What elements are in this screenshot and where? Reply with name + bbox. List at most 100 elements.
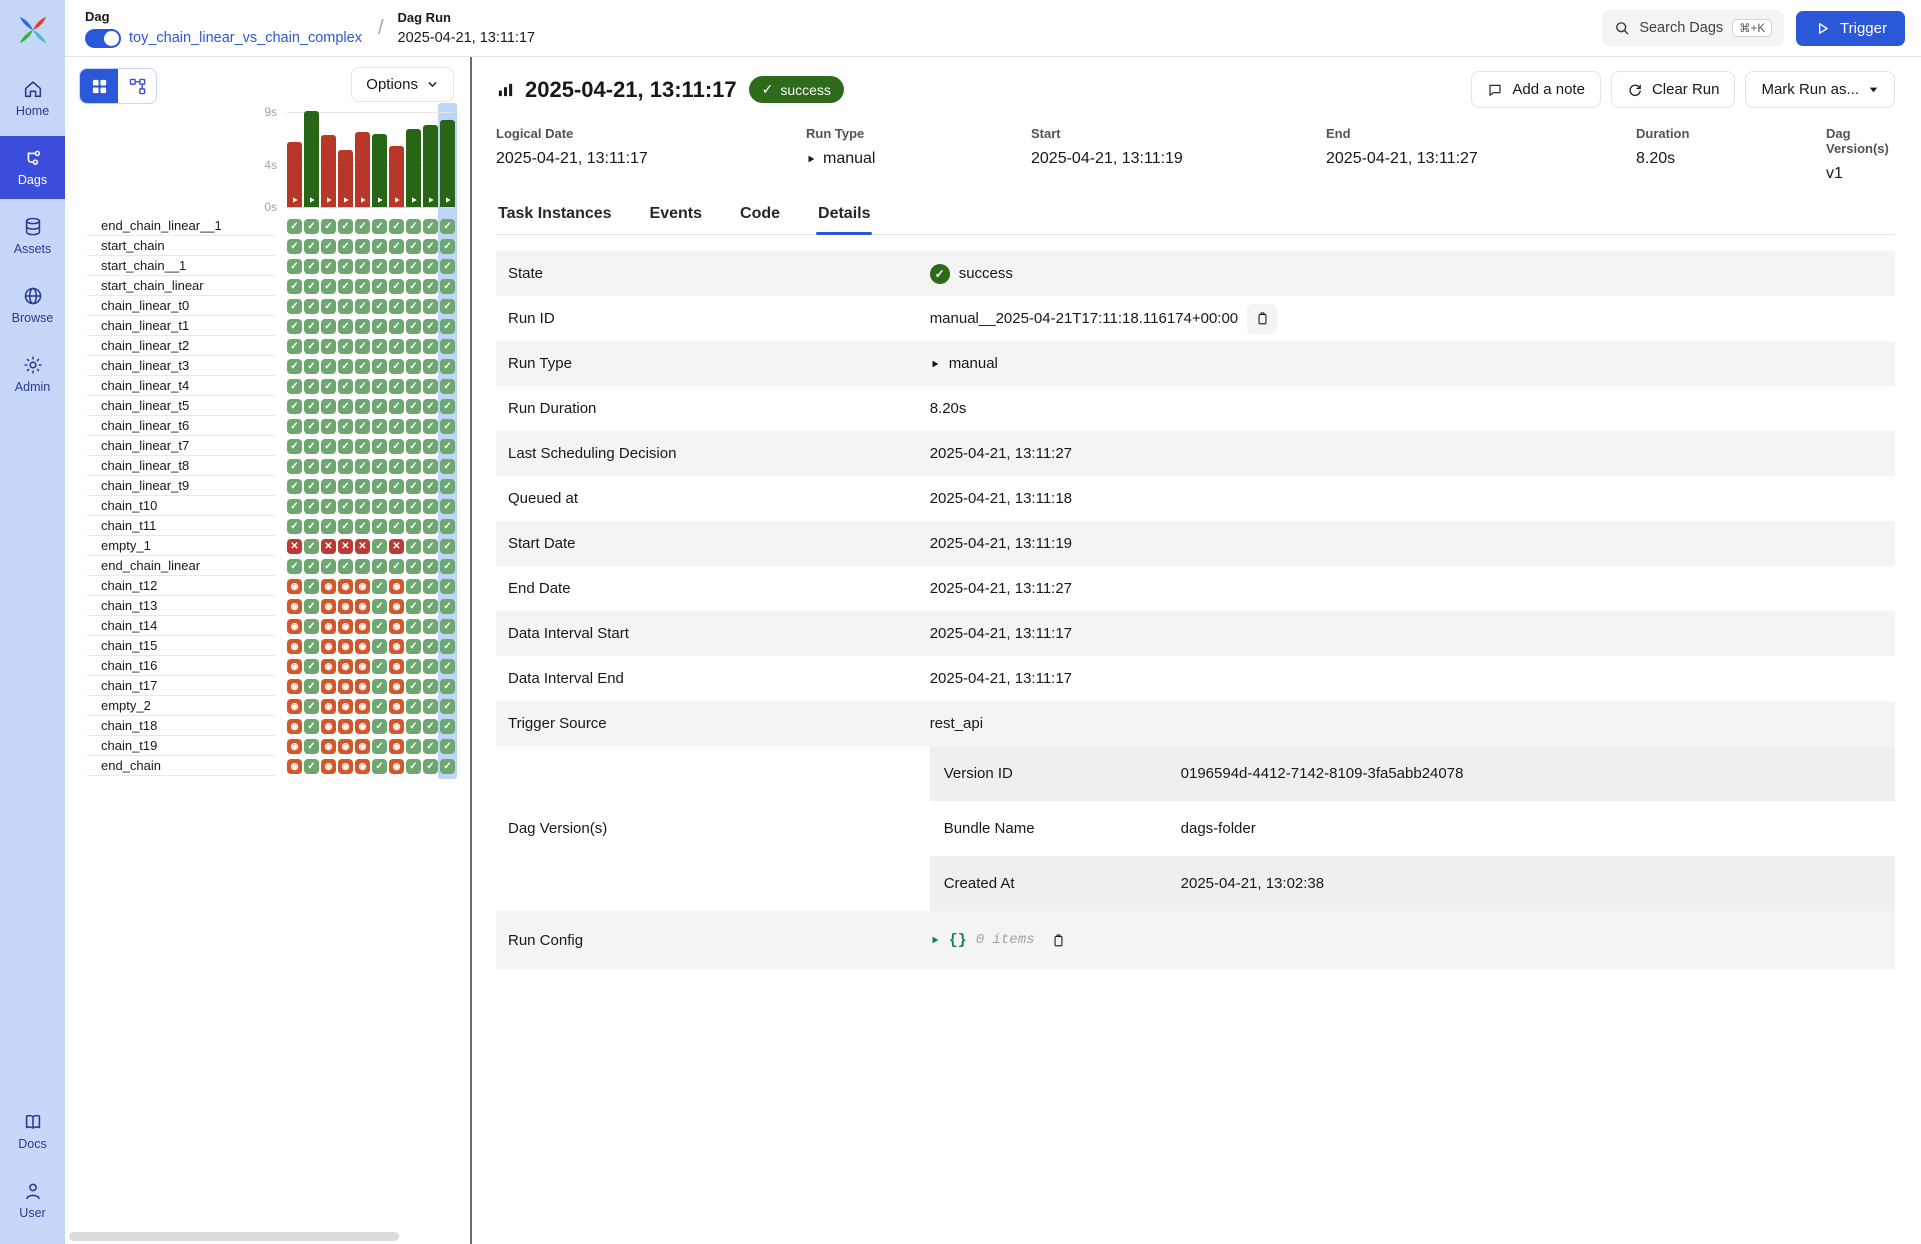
task-instance-success[interactable]: ✓	[338, 359, 353, 374]
task-instance-success[interactable]: ✓	[372, 399, 387, 414]
task-instance-success[interactable]: ✓	[372, 699, 387, 714]
task-instance-success[interactable]: ✓	[406, 599, 421, 614]
task-instance-success[interactable]: ✓	[304, 679, 319, 694]
task-instance-success[interactable]: ✓	[389, 359, 404, 374]
task-instance-success[interactable]: ✓	[406, 399, 421, 414]
task-name[interactable]: start_chain__1	[87, 257, 275, 276]
horizontal-scrollbar[interactable]	[69, 1232, 399, 1241]
task-instance-success[interactable]: ✓	[287, 399, 302, 414]
run-duration-bar[interactable]	[372, 134, 387, 207]
run-duration-bar[interactable]	[423, 125, 438, 207]
run-duration-bar[interactable]	[304, 111, 319, 207]
task-instance-success[interactable]: ✓	[406, 479, 421, 494]
task-instance-success[interactable]: ✓	[423, 619, 438, 634]
task-instance-success[interactable]: ✓	[304, 699, 319, 714]
task-instance-upstream[interactable]: ◉	[287, 699, 302, 714]
task-instance-success[interactable]: ✓	[338, 479, 353, 494]
task-instance-upstream[interactable]: ◉	[355, 639, 370, 654]
dag-name-link[interactable]: toy_chain_linear_vs_chain_complex	[129, 30, 362, 46]
task-instance-success[interactable]: ✓	[406, 619, 421, 634]
task-instance-failed[interactable]: ✕	[338, 539, 353, 554]
task-instance-failed[interactable]: ✕	[355, 539, 370, 554]
task-instance-upstream[interactable]: ◉	[389, 659, 404, 674]
sidebar-item-assets[interactable]: Assets	[0, 205, 65, 268]
task-instance-upstream[interactable]: ◉	[287, 759, 302, 774]
task-instance-success[interactable]: ✓	[423, 699, 438, 714]
task-instance-success[interactable]: ✓	[304, 419, 319, 434]
task-instance-success[interactable]: ✓	[372, 619, 387, 634]
task-instance-success[interactable]: ✓	[372, 499, 387, 514]
task-instance-success[interactable]: ✓	[440, 619, 455, 634]
task-instance-success[interactable]: ✓	[304, 239, 319, 254]
task-instance-success[interactable]: ✓	[304, 539, 319, 554]
task-instance-success[interactable]: ✓	[355, 359, 370, 374]
task-name[interactable]: end_chain_linear__1	[87, 217, 275, 236]
task-instance-success[interactable]: ✓	[338, 399, 353, 414]
task-instance-success[interactable]: ✓	[372, 579, 387, 594]
sidebar-item-user[interactable]: User	[0, 1169, 65, 1232]
task-instance-success[interactable]: ✓	[423, 539, 438, 554]
task-instance-success[interactable]: ✓	[372, 459, 387, 474]
task-instance-failed[interactable]: ✕	[389, 539, 404, 554]
task-instance-success[interactable]: ✓	[440, 739, 455, 754]
task-instance-success[interactable]: ✓	[440, 219, 455, 234]
task-instance-success[interactable]: ✓	[287, 319, 302, 334]
task-instance-success[interactable]: ✓	[321, 439, 336, 454]
task-instance-success[interactable]: ✓	[321, 279, 336, 294]
run-duration-bar[interactable]	[287, 142, 302, 207]
task-instance-success[interactable]: ✓	[423, 519, 438, 534]
task-instance-success[interactable]: ✓	[304, 339, 319, 354]
task-instance-success[interactable]: ✓	[304, 739, 319, 754]
task-instance-success[interactable]: ✓	[338, 239, 353, 254]
task-instance-success[interactable]: ✓	[440, 379, 455, 394]
task-instance-upstream[interactable]: ◉	[355, 719, 370, 734]
task-instance-success[interactable]: ✓	[423, 379, 438, 394]
task-instance-upstream[interactable]: ◉	[389, 679, 404, 694]
task-instance-success[interactable]: ✓	[423, 319, 438, 334]
expand-caret-icon[interactable]	[930, 935, 940, 945]
task-instance-upstream[interactable]: ◉	[355, 659, 370, 674]
task-instance-success[interactable]: ✓	[321, 239, 336, 254]
task-instance-upstream[interactable]: ◉	[355, 599, 370, 614]
task-instance-success[interactable]: ✓	[372, 299, 387, 314]
task-instance-upstream[interactable]: ◉	[355, 579, 370, 594]
task-instance-success[interactable]: ✓	[338, 299, 353, 314]
task-instance-success[interactable]: ✓	[440, 459, 455, 474]
task-instance-success[interactable]: ✓	[372, 519, 387, 534]
task-name[interactable]: chain_t16	[87, 657, 275, 676]
task-instance-success[interactable]: ✓	[440, 239, 455, 254]
task-instance-success[interactable]: ✓	[389, 419, 404, 434]
task-instance-upstream[interactable]: ◉	[321, 679, 336, 694]
task-instance-success[interactable]: ✓	[372, 599, 387, 614]
run-duration-bar[interactable]	[321, 135, 336, 207]
task-instance-upstream[interactable]: ◉	[287, 579, 302, 594]
task-instance-upstream[interactable]: ◉	[338, 739, 353, 754]
task-instance-success[interactable]: ✓	[406, 379, 421, 394]
task-instance-upstream[interactable]: ◉	[338, 759, 353, 774]
task-instance-upstream[interactable]: ◉	[321, 599, 336, 614]
task-instance-success[interactable]: ✓	[406, 419, 421, 434]
trigger-button[interactable]: Trigger	[1796, 11, 1905, 46]
task-name[interactable]: empty_1	[87, 537, 275, 556]
task-instance-success[interactable]: ✓	[338, 339, 353, 354]
task-instance-success[interactable]: ✓	[287, 499, 302, 514]
task-instance-success[interactable]: ✓	[389, 259, 404, 274]
task-instance-success[interactable]: ✓	[304, 559, 319, 574]
sidebar-item-browse[interactable]: Browse	[0, 274, 65, 337]
task-instance-success[interactable]: ✓	[338, 559, 353, 574]
mark-run-as-button[interactable]: Mark Run as...	[1745, 71, 1895, 108]
task-instance-success[interactable]: ✓	[406, 739, 421, 754]
task-instance-success[interactable]: ✓	[389, 339, 404, 354]
task-instance-success[interactable]: ✓	[406, 339, 421, 354]
tab-code[interactable]: Code	[738, 205, 782, 234]
task-instance-success[interactable]: ✓	[372, 759, 387, 774]
task-instance-success[interactable]: ✓	[355, 299, 370, 314]
task-name[interactable]: start_chain_linear	[87, 277, 275, 296]
task-instance-upstream[interactable]: ◉	[355, 619, 370, 634]
task-instance-success[interactable]: ✓	[287, 339, 302, 354]
task-instance-upstream[interactable]: ◉	[287, 619, 302, 634]
task-instance-success[interactable]: ✓	[406, 219, 421, 234]
task-instance-success[interactable]: ✓	[406, 759, 421, 774]
task-instance-success[interactable]: ✓	[440, 719, 455, 734]
task-name[interactable]: chain_t12	[87, 577, 275, 596]
